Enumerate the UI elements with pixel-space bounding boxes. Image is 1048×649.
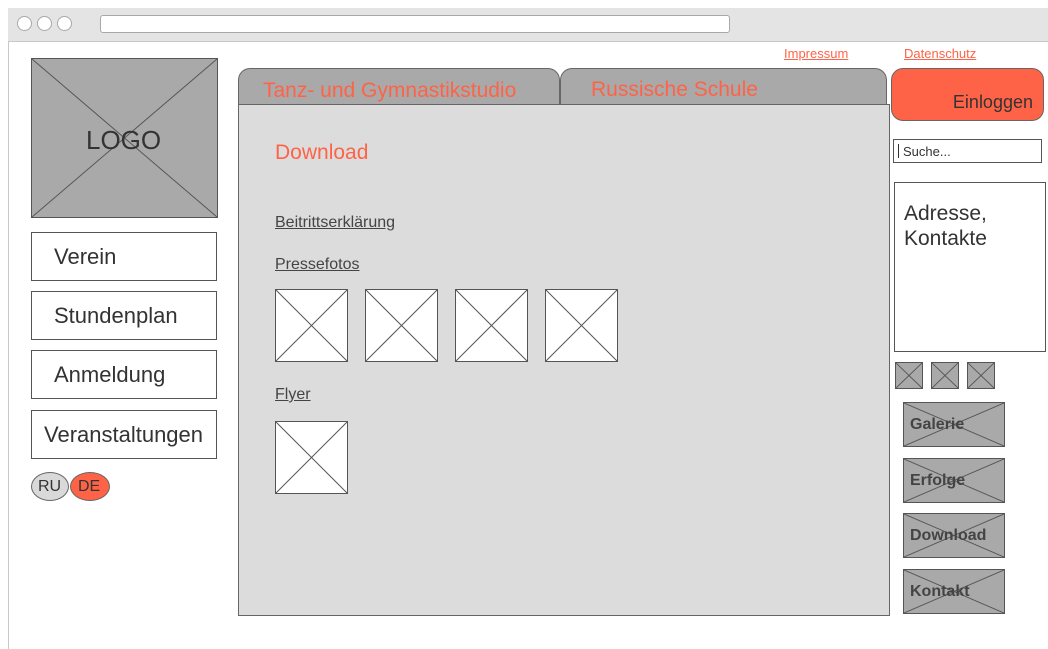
nav-item-anmeldung[interactable]: Anmeldung [31, 350, 217, 399]
flyer-link[interactable]: Flyer [275, 386, 311, 404]
image-placeholder-icon [366, 290, 437, 361]
image-placeholder-icon [276, 422, 347, 493]
beitrittserklaerung-link[interactable]: Beitrittserklärung [275, 214, 395, 232]
image-placeholder-icon [456, 290, 527, 361]
press-photo-3[interactable] [455, 289, 528, 362]
nav-item-label: Verein [54, 243, 117, 269]
login-button[interactable]: Einloggen [891, 68, 1044, 121]
tab-label: Tanz- und Gymnastikstudio [263, 79, 517, 102]
social-icon-2[interactable] [931, 362, 959, 389]
search-input[interactable]: Suche... [893, 139, 1042, 163]
nav-item-verein[interactable]: Verein [31, 232, 217, 281]
address-contacts-text: Adresse, Kontakte [904, 202, 987, 250]
side-button-kontakt[interactable]: Kontakt [903, 569, 1005, 614]
window-maximize-button[interactable] [57, 16, 72, 31]
tab-russische-schule[interactable]: Russische Schule [560, 68, 887, 105]
press-photo-4[interactable] [545, 289, 618, 362]
placeholder-cross-icon [968, 363, 994, 388]
nav-item-label: Anmeldung [54, 361, 166, 387]
placeholder-cross-icon [932, 363, 958, 388]
nav-item-stundenplan[interactable]: Stundenplan [31, 291, 217, 340]
login-button-label: Einloggen [952, 92, 1033, 112]
window-minimize-button[interactable] [37, 16, 52, 31]
nav-item-label: Stundenplan [54, 302, 178, 328]
social-icon-1[interactable] [895, 362, 923, 389]
press-photo-1[interactable] [275, 289, 348, 362]
datenschutz-link[interactable]: Datenschutz [904, 46, 976, 61]
language-ru-label: RU [38, 478, 62, 495]
press-photo-2[interactable] [365, 289, 438, 362]
placeholder-cross-icon [896, 363, 922, 388]
side-button-galerie[interactable]: Galerie [903, 402, 1005, 447]
image-placeholder-icon [276, 290, 347, 361]
tab-label: Russische Schule [591, 78, 758, 101]
nav-item-veranstaltungen[interactable]: Veranstaltungen [31, 410, 217, 459]
image-placeholder-icon [546, 290, 617, 361]
side-button-erfolge[interactable]: Erfolge [903, 458, 1005, 503]
address-contacts-box: Adresse, Kontakte [894, 182, 1046, 352]
language-de-label: DE [78, 478, 101, 495]
address-bar[interactable] [100, 15, 730, 33]
side-button-label: Download [910, 526, 987, 544]
page-title: Download [275, 141, 369, 164]
text-cursor [898, 144, 899, 158]
side-button-download[interactable]: Download [903, 513, 1005, 558]
window-close-button[interactable] [17, 16, 32, 31]
pressefotos-link[interactable]: Pressefotos [275, 256, 359, 274]
tab-tanz-gymnastikstudio[interactable]: Tanz- und Gymnastikstudio [238, 68, 560, 105]
nav-item-label: Veranstaltungen [44, 421, 204, 447]
logo-label: LOGO [86, 125, 162, 155]
social-icon-3[interactable] [967, 362, 995, 389]
search-placeholder: Suche... [903, 144, 951, 159]
side-button-label: Galerie [910, 415, 965, 433]
side-button-label: Erfolge [910, 471, 966, 489]
side-button-label: Kontakt [910, 582, 970, 600]
language-de-button[interactable]: DE [70, 472, 110, 501]
browser-titlebar [8, 8, 1048, 42]
flyer-thumbnail[interactable] [275, 421, 348, 494]
language-ru-button[interactable]: RU [31, 472, 69, 501]
logo[interactable]: LOGO [31, 58, 218, 218]
impressum-link[interactable]: Impressum [784, 46, 848, 61]
